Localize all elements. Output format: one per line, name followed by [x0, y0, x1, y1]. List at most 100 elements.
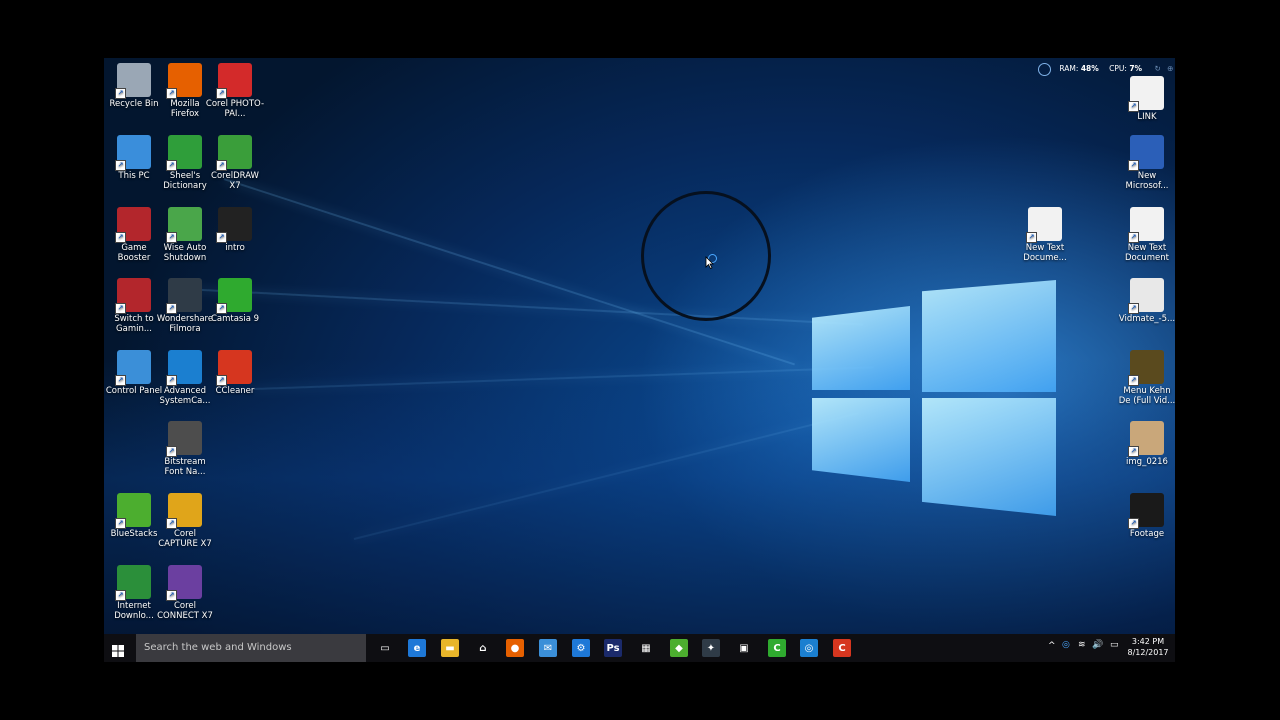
cpu-label: CPU:	[1109, 64, 1127, 73]
advanced-systemcare-icon[interactable]: ◎	[800, 639, 818, 657]
coreldraw-icon: ↗	[216, 135, 252, 171]
bluestacks-icon: ↗	[115, 493, 151, 529]
clock[interactable]: 3:42 PM 8/12/2017	[1124, 636, 1172, 658]
video-editor-icon[interactable]: ▣	[735, 639, 753, 657]
text-file-icon: ↗	[1128, 76, 1164, 112]
wise-auto-shutdown-icon: ↗	[166, 207, 202, 243]
shortcut-arrow-icon: ↗	[166, 88, 177, 99]
ccleaner-icon: ↗	[216, 350, 252, 386]
add-icon[interactable]: ⊕	[1167, 64, 1173, 73]
search-box[interactable]: Search the web and Windows	[136, 634, 366, 662]
game-mode-icon: ↗	[115, 278, 151, 314]
shortcut-arrow-icon: ↗	[1128, 232, 1139, 243]
desktop-icon[interactable]: ↗ Menu Kehn De (Full Vid...	[1117, 350, 1175, 406]
desktop-icon[interactable]: ↗ New Text Document	[1117, 207, 1175, 263]
camtasia-icon[interactable]: C	[768, 639, 786, 657]
start-button[interactable]	[112, 642, 124, 657]
camtasia-recorder-icon[interactable]: C	[833, 639, 851, 657]
word-document-icon: ↗	[1128, 135, 1164, 171]
firefox-icon: ↗	[166, 63, 202, 99]
desktop-icon[interactable]: ↗ CCleaner	[205, 350, 265, 396]
shortcut-arrow-icon: ↗	[1128, 518, 1139, 529]
windows-logo-pane	[922, 280, 1056, 392]
shortcut-arrow-icon: ↗	[166, 590, 177, 601]
camtasia-icon: ↗	[216, 278, 252, 314]
shortcut-arrow-icon: ↗	[1128, 101, 1139, 112]
desktop-icon[interactable]: ↗ Footage	[1117, 493, 1175, 539]
shortcut-arrow-icon: ↗	[216, 232, 227, 243]
windows-start-icon	[112, 645, 124, 657]
advanced-systemcare-icon: ↗	[166, 350, 202, 386]
this-pc-icon: ↗	[115, 135, 151, 171]
desktop-icon-label: New Text Document	[1124, 243, 1170, 263]
system-tray: ^ ◎ ≋ 🔊 ▭ 3:42 PM 8/12/2017	[1046, 634, 1175, 662]
settings-icon[interactable]: ⚙	[572, 639, 590, 657]
desktop-icon[interactable]: ↗ CorelDRAW X7	[205, 135, 265, 191]
desktop[interactable]: RAM: 48% CPU: 7% ↻ ⊕ ↗ Recycle Bin ↗ Mozill…	[104, 58, 1175, 662]
calculator-icon[interactable]: ▦	[637, 639, 655, 657]
desktop-icon[interactable]: ↗ New Microsof...	[1117, 135, 1175, 191]
video-file-icon: ↗	[216, 207, 252, 243]
shortcut-arrow-icon: ↗	[166, 375, 177, 386]
store-icon[interactable]: ⌂	[474, 639, 492, 657]
photoshop-icon[interactable]: Ps	[604, 639, 622, 657]
show-hidden-icons-icon[interactable]: ^	[1048, 641, 1056, 651]
desktop-icon-label: Corel CAPTURE X7	[158, 529, 212, 549]
desktop-icon[interactable]: ↗ intro	[205, 207, 265, 253]
desktop-icon-label: Vidmate_-5...	[1118, 314, 1175, 324]
desktop-icon[interactable]: ↗ Bitstream Font Na...	[155, 421, 215, 477]
bluestacks-icon[interactable]: ◆	[670, 639, 688, 657]
desktop-icon-label: Corel CONNECT X7	[157, 601, 213, 621]
file-explorer-icon[interactable]: ▬	[441, 639, 459, 657]
advanced-systemcare-tray-icon[interactable]: ◎	[1062, 640, 1070, 650]
clock-time: 3:42 PM	[1131, 637, 1165, 646]
desktop-icon-label: img_0216	[1126, 457, 1168, 467]
internet-download-manager-icon: ↗	[115, 565, 151, 601]
ram-label: RAM:	[1059, 64, 1079, 73]
network-icon[interactable]: ≋	[1078, 640, 1086, 650]
desktop-icon[interactable]: ↗ LINK	[1117, 76, 1175, 122]
taskbar: Search the web and Windows ▭ e ▬ ⌂ ● ✉ ⚙ Ps ▦ ◆ ✦ ▣…	[104, 634, 1175, 662]
desktop-icon-label: New Text Docume...	[1023, 243, 1067, 263]
corel-capture-icon: ↗	[166, 493, 202, 529]
desktop-icon[interactable]: ↗ Corel PHOTO-PAI...	[205, 63, 265, 119]
desktop-icon[interactable]: ↗ img_0216	[1117, 421, 1175, 467]
firefox-icon[interactable]: ●	[506, 639, 524, 657]
shortcut-arrow-icon: ↗	[216, 303, 227, 314]
system-resource-meter: RAM: 48% CPU: 7% ↻ ⊕	[1038, 62, 1175, 76]
desktop-icon[interactable]: ↗ Corel CAPTURE X7	[155, 493, 215, 549]
desktop-icon-label: Corel PHOTO-PAI...	[205, 99, 265, 119]
shortcut-arrow-icon: ↗	[166, 232, 177, 243]
ram-value: 48%	[1080, 64, 1099, 73]
text-file-icon: ↗	[1026, 207, 1062, 243]
shortcut-arrow-icon: ↗	[1128, 375, 1139, 386]
shortcut-arrow-icon: ↗	[166, 518, 177, 529]
shortcut-arrow-icon: ↗	[216, 160, 227, 171]
task-view-icon[interactable]: ▭	[376, 639, 394, 657]
desktop-icon[interactable]: ↗ New Text Docume...	[1015, 207, 1075, 263]
shortcut-arrow-icon: ↗	[1128, 160, 1139, 171]
cpu-value: 7%	[1129, 64, 1143, 73]
mail-icon[interactable]: ✉	[539, 639, 557, 657]
desktop-icon-label: CorelDRAW X7	[211, 171, 259, 191]
filmora-icon[interactable]: ✦	[702, 639, 720, 657]
windows-logo-pane	[812, 306, 910, 390]
desktop-icon-label: Menu Kehn De (Full Vid...	[1118, 386, 1175, 406]
desktop-icon-label: intro	[225, 243, 245, 253]
desktop-icon[interactable]: ↗ Vidmate_-5...	[1117, 278, 1175, 324]
desktop-icon[interactable]: ↗ Camtasia 9	[205, 278, 265, 324]
desktop-icon-label: Bitstream Font Na...	[164, 457, 206, 477]
clock-date: 8/12/2017	[1127, 648, 1169, 657]
edge-icon[interactable]: e	[408, 639, 426, 657]
shortcut-arrow-icon: ↗	[115, 590, 126, 601]
video-file-icon: ↗	[1128, 493, 1164, 529]
desktop-icon[interactable]: ↗ Corel CONNECT X7	[155, 565, 215, 621]
shortcut-arrow-icon: ↗	[115, 375, 126, 386]
shortcut-arrow-icon: ↗	[115, 232, 126, 243]
recycle-bin-icon: ↗	[115, 63, 151, 99]
refresh-icon[interactable]: ↻	[1154, 64, 1160, 73]
desktop-icon-label: LINK	[1137, 112, 1157, 122]
volume-icon[interactable]: 🔊	[1092, 640, 1103, 650]
notifications-icon[interactable]: ▭	[1110, 640, 1119, 650]
mouse-cursor-icon	[705, 256, 714, 269]
